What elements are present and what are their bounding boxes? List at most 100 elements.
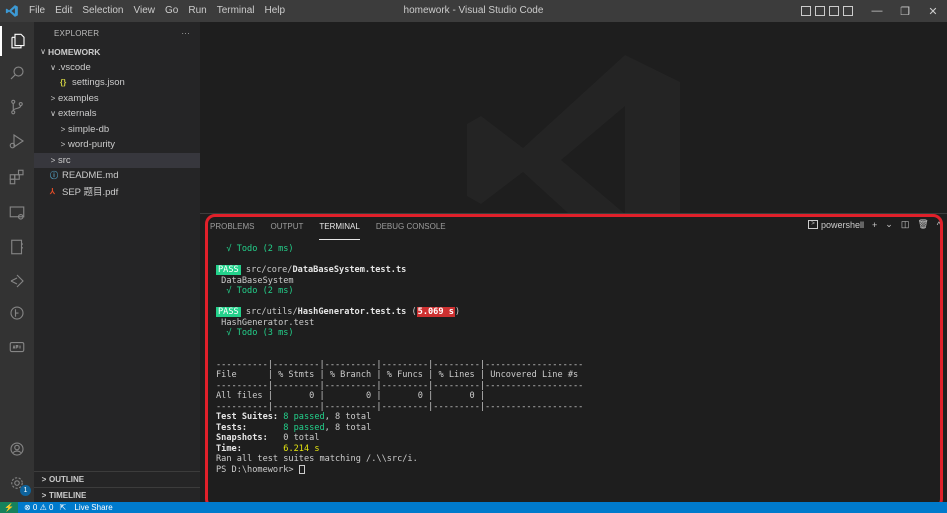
tree-item-label: settings.json	[72, 77, 125, 89]
live-share-icon[interactable]	[0, 266, 34, 296]
kill-terminal-trash-icon[interactable]: 🗑	[917, 219, 928, 230]
explorer-icon[interactable]	[0, 26, 34, 56]
more-actions-button[interactable]: ···	[181, 29, 190, 38]
terminal-line: √ Todo (2 ms)	[216, 286, 294, 296]
tree-item-sep-pdf[interactable]: ⅄ SEP 题目.pdf	[34, 184, 200, 200]
toggle-primary-sidebar-icon[interactable]	[801, 6, 811, 16]
tree-item-label: .vscode	[58, 61, 91, 73]
outline-label: OUTLINE	[49, 474, 85, 484]
summary-time: Time: 6.214 s	[216, 443, 320, 454]
split-terminal-icon[interactable]: ◫	[901, 219, 910, 230]
close-button[interactable]: ✕	[919, 5, 947, 18]
menu-view[interactable]: View	[129, 0, 161, 22]
menu-help[interactable]: Help	[260, 0, 291, 22]
extensions-icon[interactable]	[0, 162, 34, 192]
api-icon[interactable]	[0, 332, 34, 362]
search-icon[interactable]	[0, 58, 34, 88]
toggle-secondary-sidebar-icon[interactable]	[829, 6, 839, 16]
tree-item-label: simple-db	[68, 123, 110, 135]
accounts-icon[interactable]	[0, 434, 34, 464]
chevron-down-icon: ∨	[40, 47, 46, 57]
bottom-panel: PROBLEMS OUTPUT TERMINAL DEBUG CONSOLE >…	[200, 213, 947, 502]
json-file-icon: {}	[60, 78, 67, 88]
toggle-panel-icon[interactable]	[815, 6, 825, 16]
info-file-icon: ⓘ	[50, 171, 58, 181]
timeline-section[interactable]: > TIMELINE	[34, 487, 200, 502]
timeline-extension-icon[interactable]	[0, 298, 34, 328]
tab-debug-console[interactable]: DEBUG CONSOLE	[376, 214, 446, 240]
customize-layout-icon[interactable]	[843, 6, 853, 16]
tree-item-label: externals	[58, 108, 97, 120]
timeline-label: TIMELINE	[49, 490, 87, 500]
coverage-row: All files | 0 | 0 | 0 | 0 |	[216, 391, 486, 401]
tree-item-externals[interactable]: ∨ externals	[34, 106, 200, 122]
terminal-prompt[interactable]: PS D:\homework>	[216, 464, 937, 476]
tree-item-readme[interactable]: ⓘ README.md	[34, 168, 200, 184]
run-debug-icon[interactable]	[0, 126, 34, 156]
notebook-icon[interactable]	[0, 232, 34, 262]
tree-item-settings-json[interactable]: {} settings.json	[34, 75, 200, 91]
menu-terminal[interactable]: Terminal	[212, 0, 260, 22]
chevron-right-icon: >	[41, 474, 47, 484]
explorer-title: EXPLORER	[54, 28, 100, 38]
coverage-separator: ----------|---------|----------|--------…	[216, 380, 584, 391]
vscode-watermark-icon	[467, 55, 680, 213]
shell-name: powershell	[820, 219, 864, 230]
workspace-label: HOMEWORK	[48, 46, 101, 57]
tab-problems[interactable]: PROBLEMS	[210, 214, 254, 240]
panel-controls: > powershell + ⌄ ◫ 🗑 ^	[807, 219, 941, 230]
terminal-cursor	[298, 464, 305, 474]
source-control-icon[interactable]	[0, 92, 34, 122]
terminal-output[interactable]: √ Todo (2 ms) PASS src/core/DataBaseSyst…	[216, 244, 937, 502]
menu-edit[interactable]: Edit	[50, 0, 77, 22]
window-controls: — ❐ ✕	[801, 0, 947, 22]
tab-output[interactable]: OUTPUT	[270, 214, 303, 240]
activity-bar: 1	[0, 22, 34, 502]
summary-suites: Test Suites: 8 passed, 8 total	[216, 412, 372, 422]
terminal-icon: >	[807, 220, 818, 229]
maximize-panel-chevron-up-icon[interactable]: ^	[937, 220, 941, 230]
tree-item-simple-db[interactable]: > simple-db	[34, 122, 200, 138]
chevron-right-icon: >	[50, 155, 56, 165]
menu-selection[interactable]: Selection	[77, 0, 128, 22]
menu-run[interactable]: Run	[183, 0, 211, 22]
live-share-button[interactable]: ⇱ Live Share	[59, 503, 112, 512]
terminal-selector[interactable]: > powershell	[807, 219, 864, 230]
chevron-right-icon: >	[60, 140, 66, 150]
workspace-folder[interactable]: ∨ HOMEWORK	[34, 44, 200, 60]
menu-go[interactable]: Go	[160, 0, 183, 22]
slow-test-time: 5.069 s	[416, 307, 455, 317]
settings-gear-icon[interactable]: 1	[0, 468, 34, 498]
chevron-down-icon: ∨	[50, 109, 56, 119]
title-bar: File Edit Selection View Go Run Terminal…	[0, 0, 947, 22]
new-terminal-plus-icon[interactable]: +	[872, 220, 877, 230]
problems-indicator[interactable]: ⊗ 0 ⚠ 0	[24, 503, 53, 512]
coverage-separator: ----------|---------|----------|--------…	[216, 359, 584, 370]
tree-item-src[interactable]: > src	[34, 152, 200, 168]
tab-terminal[interactable]: TERMINAL	[319, 214, 360, 240]
tree-item-examples[interactable]: > examples	[34, 91, 200, 107]
terminal-line: DataBaseSystem	[216, 275, 294, 286]
explorer-header: EXPLORER ···	[34, 22, 200, 44]
remote-explorer-icon[interactable]	[0, 198, 34, 228]
vscode-logo-icon	[0, 0, 24, 22]
maximize-button[interactable]: ❐	[891, 5, 919, 18]
tree-item-label: README.md	[62, 170, 119, 182]
editor-area[interactable]	[200, 22, 947, 213]
tree-item-label: SEP 题目.pdf	[62, 187, 119, 199]
coverage-separator: ----------|---------|----------|--------…	[216, 401, 584, 412]
chevron-down-icon[interactable]: ⌄	[885, 219, 893, 230]
tree-item-label: src	[58, 154, 71, 166]
minimize-button[interactable]: —	[863, 5, 891, 17]
coverage-header: File | % Stmts | % Branch | % Funcs | % …	[216, 370, 579, 380]
tree-item-label: word-purity	[68, 139, 115, 151]
tree-item-word-purity[interactable]: > word-purity	[34, 137, 200, 153]
menu-file[interactable]: File	[24, 0, 50, 22]
pass-badge: PASS	[216, 307, 241, 317]
outline-section[interactable]: > OUTLINE	[34, 471, 200, 486]
summary-ran: Ran all test suites matching /.\\src/i.	[216, 454, 418, 464]
remote-indicator-icon[interactable]: ⚡	[0, 502, 18, 513]
terminal-line: HashGenerator.test	[216, 317, 315, 328]
chevron-right-icon: >	[50, 93, 56, 103]
tree-item-vscode[interactable]: ∨ .vscode	[34, 60, 200, 76]
